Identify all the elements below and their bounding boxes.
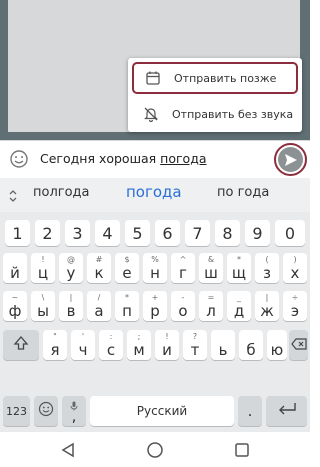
- square-recent-icon[interactable]: [232, 440, 252, 460]
- period-key[interactable]: .: [238, 396, 262, 426]
- backspace-icon: [290, 336, 307, 354]
- key-letter[interactable]: @ у: [59, 253, 83, 283]
- key-letter[interactable]: й: [3, 253, 27, 283]
- key-letter[interactable]: ь: [211, 330, 235, 360]
- calendar-icon: [144, 69, 162, 87]
- backspace-key[interactable]: [289, 330, 308, 360]
- message-input[interactable]: Сегодня хорошая погода: [40, 151, 207, 166]
- key-letter[interactable]: = л: [199, 291, 223, 321]
- message-text-underlined: погода: [160, 151, 207, 166]
- system-nav-bar: [0, 432, 310, 467]
- space-key[interactable]: Русский: [90, 396, 234, 426]
- suggestion-middle[interactable]: погода: [126, 183, 182, 201]
- circle-home-icon[interactable]: [145, 440, 165, 460]
- key-letter[interactable]: :с: [99, 330, 123, 360]
- key-letter[interactable]: ÷ э: [283, 291, 307, 321]
- key-letter[interactable]: ~ ф: [3, 291, 27, 321]
- comma-key[interactable]: ,: [62, 396, 86, 426]
- key-letter[interactable]: $ е: [115, 253, 139, 283]
- chevron-updown-icon[interactable]: [8, 188, 18, 202]
- suggestion-bar: полгода погода по года: [0, 178, 310, 212]
- send-later-option[interactable]: Отправить позже: [132, 62, 298, 94]
- key-letter[interactable]: ^ г: [171, 253, 195, 283]
- smiley-icon: [38, 401, 54, 421]
- key-number[interactable]: 4: [95, 220, 120, 246]
- key-letter[interactable]: ! ц: [31, 253, 55, 283]
- message-text: Сегодня хорошая: [40, 151, 161, 166]
- suggestion-right[interactable]: по года: [217, 185, 269, 200]
- key-number[interactable]: 5: [125, 220, 150, 246]
- key-letter[interactable]: ' ч: [71, 330, 95, 360]
- keyboard: 1 2 3 4 5 6 7 8 9 0 й ! ц @ у # к $ е % н ^ г …: [0, 212, 310, 432]
- key-number[interactable]: 9: [245, 220, 270, 246]
- key-letter[interactable]: & ш: [199, 253, 223, 283]
- smiley-icon[interactable]: [9, 149, 29, 169]
- key-number[interactable]: 2: [35, 220, 60, 246]
- key-letter[interactable]: ? т: [183, 330, 207, 360]
- key-letter[interactable]: (з: [255, 253, 279, 283]
- key-letter[interactable]: б: [239, 330, 263, 360]
- key-number[interactable]: 7: [185, 220, 210, 246]
- key-letter[interactable]: ю: [267, 330, 287, 360]
- key-letter[interactable]: ! и: [155, 330, 179, 360]
- key-number[interactable]: 8: [215, 220, 240, 246]
- send-silent-option[interactable]: Отправить без звука: [132, 98, 298, 130]
- key-letter[interactable]: | ж: [255, 291, 279, 321]
- message-input-bar: Сегодня хорошая погода: [0, 140, 310, 178]
- key-letter[interactable]: % н: [143, 253, 167, 283]
- key-letter[interactable]: # к: [87, 253, 111, 283]
- key-letter[interactable]: " я: [43, 330, 67, 360]
- send-later-label: Отправить позже: [174, 71, 277, 85]
- send-options-menu: Отправить позже Отправить без звука: [128, 58, 302, 132]
- send-icon: [278, 147, 303, 172]
- enter-key[interactable]: [266, 396, 307, 426]
- key-letter[interactable]: ) х: [283, 253, 307, 283]
- key-number[interactable]: 1: [5, 220, 30, 246]
- key-letter[interactable]: \ ы: [31, 291, 55, 321]
- shift-key[interactable]: [3, 330, 39, 360]
- microphone-icon: [62, 397, 86, 415]
- suggestion-left[interactable]: полгода: [33, 185, 90, 200]
- bell-off-icon: [142, 105, 160, 123]
- triangle-back-icon[interactable]: [58, 440, 78, 460]
- key-letter[interactable]: -о: [171, 291, 195, 321]
- key-number[interactable]: 6: [155, 220, 180, 246]
- key-letter[interactable]: | в: [59, 291, 83, 321]
- send-button[interactable]: [274, 143, 307, 176]
- key-letter[interactable]: _ д: [227, 291, 251, 321]
- key-letter[interactable]: + р: [143, 291, 167, 321]
- key-letter[interactable]: ; м: [127, 330, 151, 360]
- enter-icon: [276, 401, 298, 421]
- emoji-key[interactable]: [34, 396, 58, 426]
- key-letter[interactable]: * щ: [227, 253, 251, 283]
- key-number[interactable]: 0: [275, 220, 305, 246]
- key-letter[interactable]: / а: [87, 291, 111, 321]
- send-silent-label: Отправить без звука: [172, 107, 294, 121]
- key-letter[interactable]: * п: [115, 291, 139, 321]
- symbols-key[interactable]: 123: [3, 396, 30, 426]
- key-number[interactable]: 3: [65, 220, 90, 246]
- shift-arrow-icon: [13, 335, 29, 355]
